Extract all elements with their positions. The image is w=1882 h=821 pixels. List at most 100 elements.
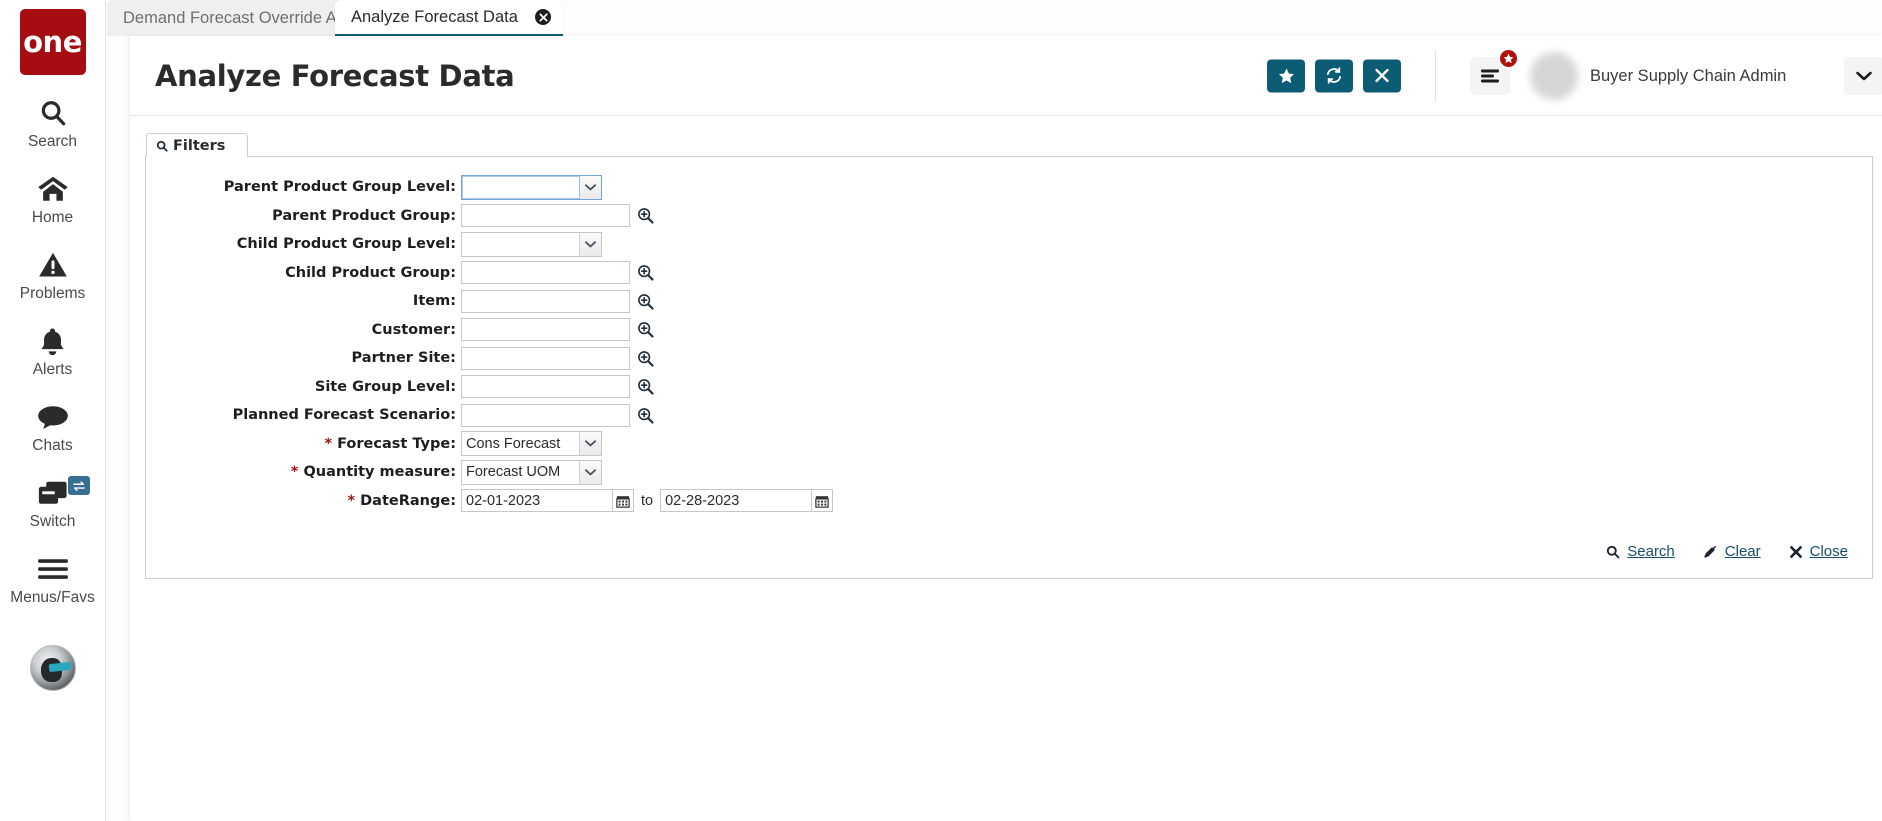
brand-logo[interactable]: one	[19, 9, 86, 75]
field-label-text: DateRange:	[360, 492, 456, 509]
user-menu-toggle[interactable]	[1844, 56, 1882, 95]
close-button[interactable]	[1363, 59, 1401, 92]
select-value: Forecast UOM	[466, 464, 561, 481]
filter-row: Parent Product Group:	[146, 204, 1872, 229]
date-range-to-input[interactable]	[660, 489, 813, 513]
chevron-down-icon[interactable]	[579, 460, 601, 484]
field-control	[461, 403, 654, 427]
search-icon	[38, 96, 68, 130]
sidebar-item-label: Alerts	[32, 361, 73, 378]
field-label: Parent Product Group Level:	[223, 179, 456, 196]
field-label: * DateRange:	[146, 493, 461, 509]
hamburger-icon	[37, 552, 69, 586]
field-label: Site Group Level:	[314, 378, 456, 395]
tab-analyze-forecast-data[interactable]: Analyze Forecast Data	[335, 0, 563, 37]
bell-icon	[39, 324, 66, 358]
left-navigation-rail: one Search Home Problems Alerts Chats Sw…	[0, 0, 106, 821]
field-label: Planned Forecast Scenario:	[232, 407, 456, 424]
refresh-button[interactable]	[1315, 59, 1353, 92]
field-control: Cons Forecast	[461, 431, 602, 457]
sidebar-item-label: Problems	[19, 285, 86, 302]
search-icon	[1606, 545, 1620, 559]
sidebar-item-label: Chats	[32, 437, 73, 454]
child-product-group-level-select[interactable]	[461, 231, 602, 257]
sidebar-item-chats[interactable]: Chats	[0, 400, 106, 455]
user-text: Buyer Supply Chain Admin	[1590, 49, 1820, 102]
field-control	[461, 318, 654, 342]
customer-input[interactable]	[461, 318, 630, 342]
field-control	[461, 231, 602, 257]
close-filters-button-label: Close	[1809, 543, 1848, 560]
planned-forecast-scenario-input[interactable]	[461, 403, 630, 427]
parent-product-group-level-select[interactable]	[461, 174, 602, 200]
tab-label: Analyze Forecast Data	[351, 7, 518, 26]
tab-filters[interactable]: Filters	[146, 133, 249, 157]
item-input[interactable]	[461, 289, 630, 313]
chevron-down-icon[interactable]	[579, 432, 601, 456]
chevron-down-icon[interactable]	[579, 232, 601, 256]
partner-site-input[interactable]	[461, 346, 630, 370]
child-product-group-input[interactable]	[461, 261, 630, 285]
field-control	[461, 346, 654, 370]
lookup-search-icon[interactable]	[637, 207, 654, 224]
sidebar-item-menus-favs[interactable]: Menus/Favs	[0, 552, 106, 607]
user-name	[1590, 49, 1820, 65]
sidebar-item-home[interactable]: Home	[0, 172, 106, 227]
clear-button[interactable]: Clear	[1703, 543, 1761, 560]
date-range-from-input[interactable]	[461, 489, 613, 513]
filter-row: Child Product Group:	[146, 261, 1872, 286]
forecast-type-select[interactable]: Cons Forecast	[461, 431, 602, 457]
parent-product-group-input[interactable]	[461, 204, 630, 228]
chevron-down-icon[interactable]	[579, 175, 601, 199]
clear-button-label: Clear	[1724, 543, 1761, 560]
filter-row: Customer:	[146, 318, 1872, 343]
lookup-search-icon[interactable]	[637, 350, 654, 367]
field-control	[461, 261, 654, 285]
filter-row: Parent Product Group Level:	[146, 174, 1872, 200]
lookup-search-icon[interactable]	[637, 407, 654, 424]
lookup-search-icon[interactable]	[637, 264, 654, 281]
field-control	[461, 375, 654, 399]
ai-assistant-avatar-icon[interactable]	[29, 645, 76, 691]
field-control	[461, 289, 654, 313]
lookup-search-icon[interactable]	[637, 293, 654, 310]
user-account-block[interactable]: Buyer Supply Chain Admin	[1530, 48, 1882, 104]
quantity-measure-select[interactable]: Forecast UOM	[461, 459, 602, 485]
lookup-search-icon[interactable]	[637, 321, 654, 338]
windows-stack-icon	[37, 476, 69, 510]
search-button[interactable]: Search	[1606, 543, 1675, 560]
close-filters-button[interactable]: Close	[1789, 543, 1848, 560]
search-button-label: Search	[1627, 543, 1675, 560]
sidebar-item-switch[interactable]: Switch	[0, 476, 106, 531]
favorite-button[interactable]	[1267, 59, 1305, 92]
avatar	[1530, 51, 1578, 100]
tab-filters-label: Filters	[173, 137, 226, 154]
calendar-icon[interactable]	[613, 489, 634, 513]
menus-button-wrapper	[1470, 47, 1519, 95]
filter-row: Planned Forecast Scenario:	[146, 403, 1872, 428]
filter-row: Partner Site:	[146, 346, 1872, 371]
user-organization	[1590, 87, 1820, 102]
filters-tab-strip: Filters	[146, 133, 1873, 157]
lookup-search-icon[interactable]	[637, 378, 654, 395]
sidebar-item-alerts[interactable]: Alerts	[0, 324, 106, 379]
sidebar-item-label: Menus/Favs	[10, 589, 95, 606]
field-label: Partner Site:	[351, 350, 456, 367]
field-control: Forecast UOM	[461, 459, 602, 485]
star-icon	[1278, 67, 1295, 84]
search-icon	[156, 140, 168, 152]
site-group-level-input[interactable]	[461, 375, 630, 399]
browser-tab-strip: Demand Forecast Override Audit Analyze F…	[107, 0, 1882, 37]
x-icon	[1374, 68, 1390, 84]
sidebar-item-problems[interactable]: Problems	[0, 248, 106, 303]
brand-logo-text: one	[23, 24, 82, 59]
filters-panel-area: Filters Parent Product Group Level: Pare…	[130, 116, 1882, 579]
sidebar-item-search[interactable]: Search	[0, 96, 106, 151]
eraser-icon	[1703, 544, 1718, 559]
home-icon	[37, 172, 69, 206]
x-icon	[1789, 545, 1803, 559]
calendar-icon[interactable]	[812, 489, 834, 513]
swap-arrows-icon[interactable]	[67, 476, 90, 495]
star-icon	[1503, 53, 1514, 64]
close-circle-icon[interactable]	[535, 9, 551, 25]
